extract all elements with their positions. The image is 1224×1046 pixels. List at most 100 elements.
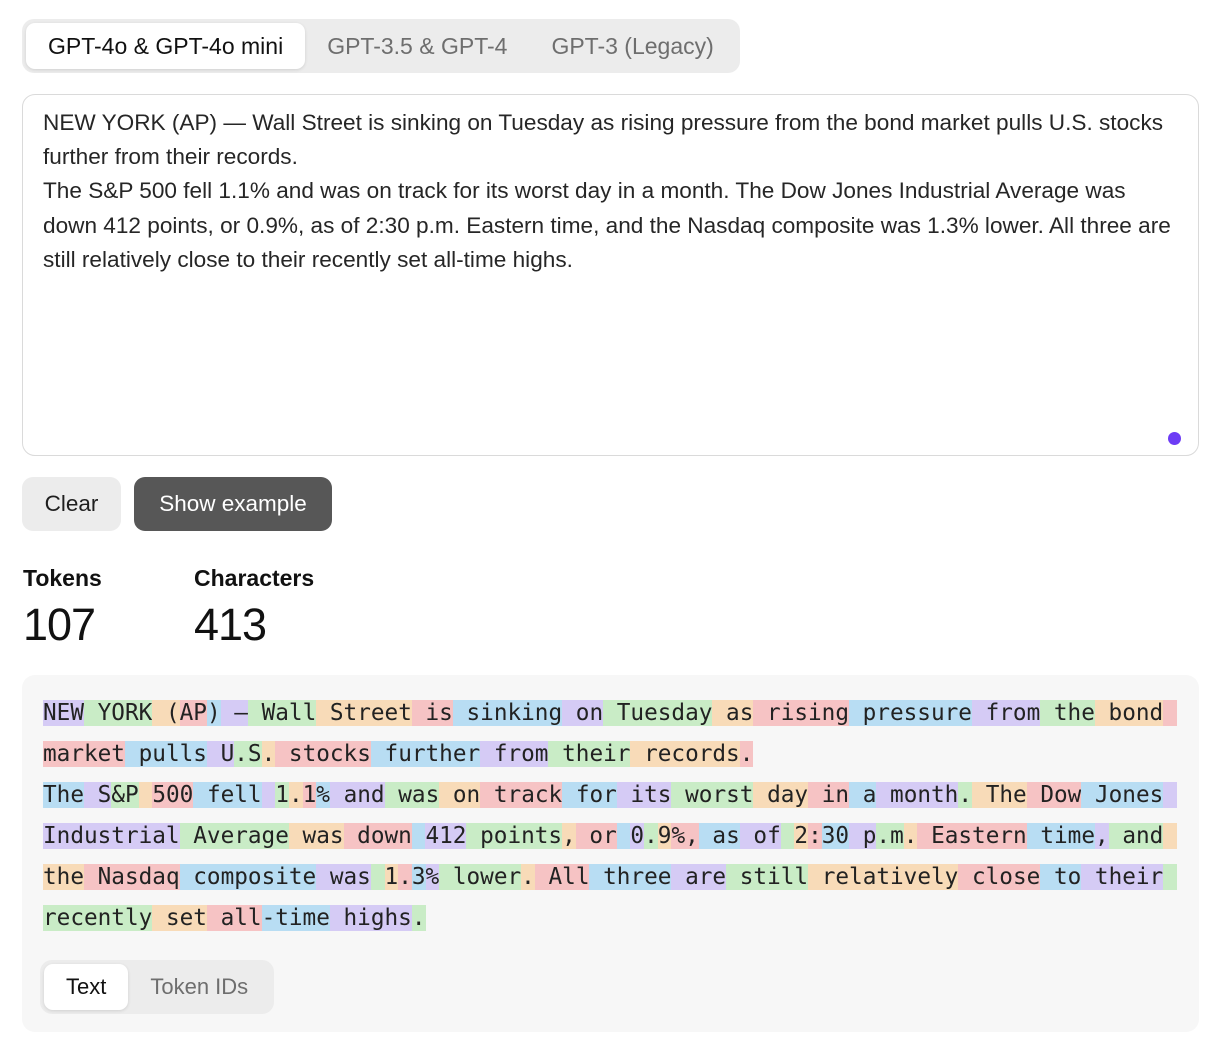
token: or bbox=[575, 823, 617, 849]
token bbox=[261, 782, 276, 808]
token: Street bbox=[316, 700, 412, 726]
status-dot-icon bbox=[1168, 432, 1181, 445]
token: Tuesday bbox=[603, 700, 713, 726]
token: % bbox=[316, 782, 330, 808]
token bbox=[138, 782, 153, 808]
tab-gpt-4o[interactable]: GPT-4o & GPT-4o mini bbox=[26, 23, 306, 69]
characters-stat: Characters 413 bbox=[194, 565, 314, 651]
characters-count: 413 bbox=[194, 599, 267, 650]
tab-token-ids-view[interactable]: Token IDs bbox=[128, 964, 270, 1010]
view-mode-selector: Text Token IDs bbox=[40, 960, 275, 1014]
token: Wall bbox=[247, 700, 317, 726]
token: close bbox=[958, 864, 1041, 890]
token: all bbox=[206, 905, 262, 931]
token: ) bbox=[206, 700, 221, 726]
token: . bbox=[398, 864, 412, 890]
token: their bbox=[548, 741, 631, 767]
token: 412 bbox=[425, 823, 467, 849]
tokenized-output-panel: NEW YORK (AP) — Wall Street is sinking o… bbox=[22, 675, 1199, 1032]
token: was bbox=[288, 823, 344, 849]
token: highs bbox=[329, 905, 412, 931]
token: points bbox=[466, 823, 563, 849]
token: Dow bbox=[1026, 782, 1082, 808]
token: : bbox=[808, 823, 822, 849]
token: set bbox=[152, 905, 207, 931]
token: % bbox=[425, 864, 440, 890]
tokens-label: Tokens bbox=[23, 565, 102, 591]
token: lower bbox=[439, 864, 522, 890]
tab-gpt-3-legacy[interactable]: GPT-3 (Legacy) bbox=[529, 23, 735, 69]
token: S bbox=[83, 782, 112, 808]
token: , bbox=[562, 823, 576, 849]
token: stocks bbox=[275, 741, 371, 767]
token: &P bbox=[111, 782, 139, 808]
token: — bbox=[220, 700, 248, 726]
characters-label: Characters bbox=[194, 565, 315, 591]
token: rising bbox=[753, 700, 849, 726]
token: All bbox=[534, 864, 590, 890]
token: . bbox=[958, 782, 973, 808]
token: Jones bbox=[1081, 782, 1164, 808]
token: The bbox=[972, 782, 1027, 808]
tab-gpt-3-5-gpt-4[interactable]: GPT-3.5 & GPT-4 bbox=[305, 23, 529, 69]
token: . bbox=[644, 823, 658, 849]
token: U bbox=[206, 741, 235, 767]
show-example-button[interactable]: Show example bbox=[134, 477, 332, 531]
token: 2 bbox=[794, 823, 809, 849]
token: its bbox=[616, 782, 672, 808]
token: pressure bbox=[849, 700, 972, 726]
token: 1 bbox=[384, 864, 399, 890]
token: as bbox=[712, 700, 754, 726]
token bbox=[370, 864, 385, 890]
token: are bbox=[671, 864, 727, 890]
tokens-stat: Tokens 107 bbox=[23, 565, 102, 651]
token: bond bbox=[1094, 700, 1164, 726]
token: composite bbox=[179, 864, 317, 890]
token: 3 bbox=[411, 864, 426, 890]
token bbox=[616, 823, 631, 849]
token bbox=[780, 823, 795, 849]
token: 1 bbox=[302, 782, 317, 808]
token: . bbox=[521, 864, 535, 890]
text-input[interactable]: NEW YORK (AP) — Wall Street is sinking o… bbox=[22, 94, 1199, 456]
tab-text-view[interactable]: Text bbox=[44, 964, 129, 1010]
token: is bbox=[411, 700, 453, 726]
token: as bbox=[698, 823, 740, 849]
token: three bbox=[589, 864, 672, 890]
token: . bbox=[411, 905, 426, 931]
token: , bbox=[1094, 823, 1109, 849]
token: Eastern bbox=[917, 823, 1027, 849]
token: pulls bbox=[124, 741, 207, 767]
input-text[interactable]: NEW YORK (AP) — Wall Street is sinking o… bbox=[23, 95, 1198, 277]
token: a bbox=[849, 782, 877, 808]
model-selector: GPT-4o & GPT-4o mini GPT-3.5 & GPT-4 GPT… bbox=[22, 19, 740, 73]
token: of bbox=[739, 823, 781, 849]
token: on bbox=[439, 782, 481, 808]
token: to bbox=[1040, 864, 1082, 890]
token: The bbox=[43, 782, 84, 808]
token: from bbox=[480, 741, 549, 767]
token: 1 bbox=[275, 782, 289, 808]
token: Average bbox=[179, 823, 289, 849]
token: for bbox=[562, 782, 617, 808]
token: and bbox=[1108, 823, 1164, 849]
token: NEW bbox=[43, 700, 84, 726]
token: further bbox=[370, 741, 481, 767]
tokens-count: 107 bbox=[23, 599, 96, 650]
token: their bbox=[1081, 864, 1164, 890]
token: 0 bbox=[630, 823, 645, 849]
clear-button[interactable]: Clear bbox=[22, 477, 121, 531]
token: relatively bbox=[808, 864, 959, 890]
token: down bbox=[343, 823, 412, 849]
token bbox=[411, 823, 426, 849]
token: and bbox=[329, 782, 385, 808]
token: on bbox=[562, 700, 604, 726]
token: worst bbox=[671, 782, 754, 808]
token: day bbox=[753, 782, 809, 808]
token: p bbox=[849, 823, 877, 849]
token: . bbox=[903, 823, 918, 849]
token: in bbox=[808, 782, 850, 808]
token: sinking bbox=[452, 700, 563, 726]
token: the bbox=[1040, 700, 1095, 726]
token: was bbox=[316, 864, 371, 890]
